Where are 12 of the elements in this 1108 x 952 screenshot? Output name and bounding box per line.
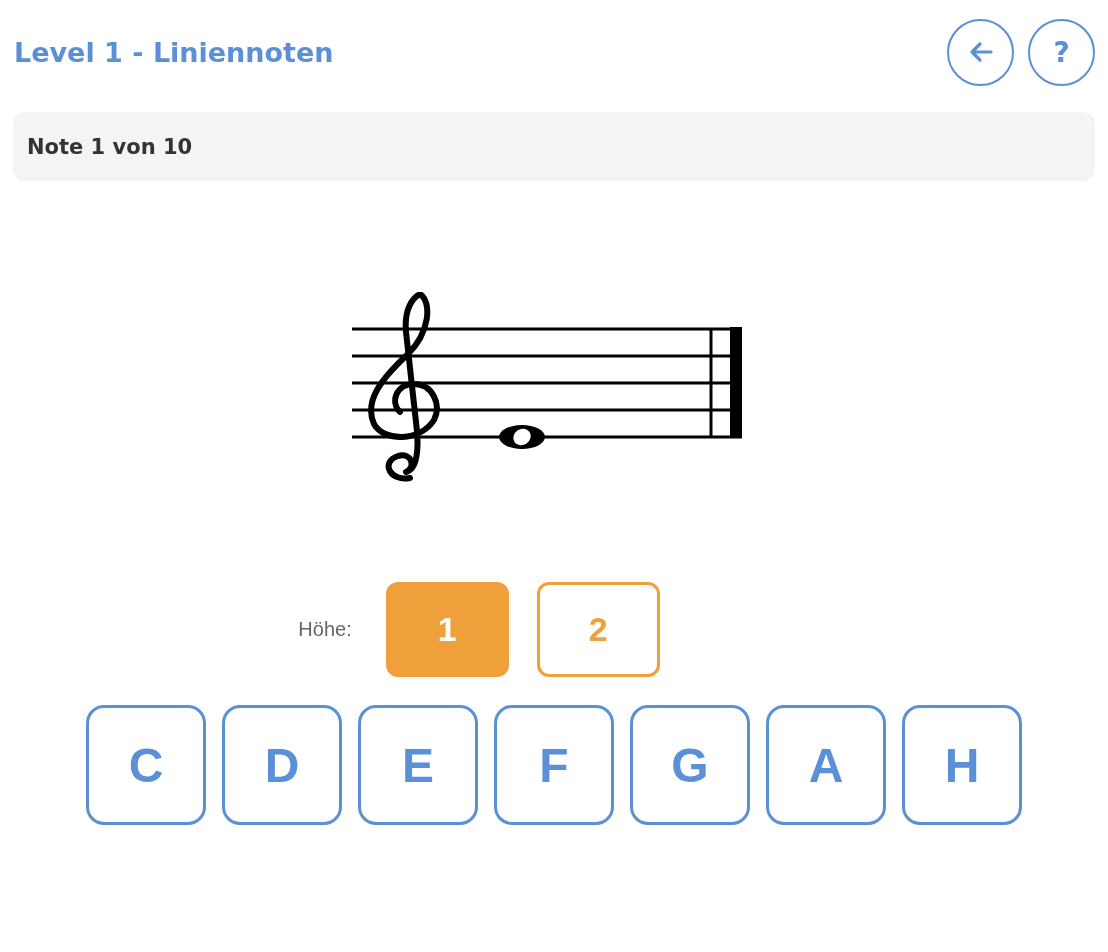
height-option[interactable]: 2	[536, 582, 660, 677]
note-button[interactable]: H	[902, 705, 1022, 825]
level-title: Level 1 - Liniennoten	[13, 36, 334, 68]
note-button[interactable]: D	[222, 705, 342, 825]
note-button[interactable]: G	[630, 705, 750, 825]
note-button[interactable]: C	[86, 705, 206, 825]
height-option[interactable]: 1	[385, 582, 509, 677]
height-label: Höhe:	[298, 618, 352, 641]
note-button[interactable]: F	[494, 705, 614, 825]
help-button[interactable]: ?	[1028, 18, 1095, 86]
note-button[interactable]: E	[358, 705, 478, 825]
note-button[interactable]: A	[766, 705, 886, 825]
